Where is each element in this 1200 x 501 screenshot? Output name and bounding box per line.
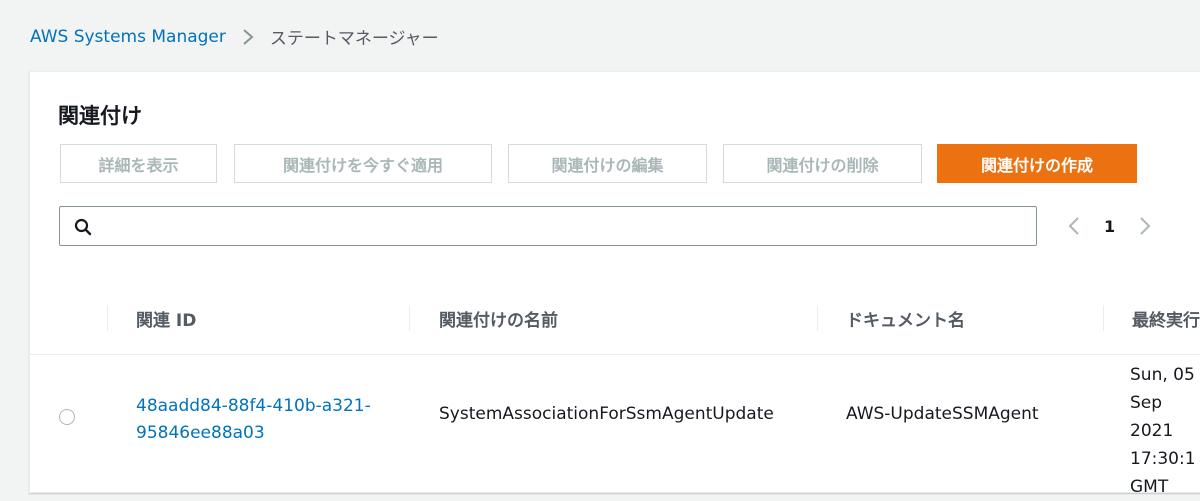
- search-icon: [74, 218, 92, 240]
- breadcrumb: AWS Systems Manager ステートマネージャー: [30, 24, 439, 50]
- column-divider: [409, 305, 410, 331]
- associations-panel: 関連付け 詳細を表示 関連付けを今すぐ適用 関連付けの編集 関連付けの削除 関連…: [29, 71, 1200, 497]
- row-select-radio[interactable]: [59, 409, 75, 425]
- panel-title: 関連付け: [58, 104, 142, 128]
- column-header-association-name[interactable]: 関連付けの名前: [439, 282, 558, 354]
- pagination: 1: [1068, 206, 1151, 246]
- previous-page-button[interactable]: [1068, 216, 1080, 236]
- breadcrumb-current: ステートマネージャー: [269, 29, 439, 49]
- create-association-button[interactable]: 関連付けの作成: [937, 144, 1137, 183]
- column-header-document-name[interactable]: ドキュメント名: [846, 282, 965, 354]
- column-divider: [107, 305, 108, 331]
- apply-now-button[interactable]: 関連付けを今すぐ適用: [234, 144, 492, 183]
- table-row: 48aadd84-88f4-410b-a321-95846ee88a03 Sys…: [30, 355, 1200, 497]
- delete-association-button[interactable]: 関連付けの削除: [723, 144, 922, 183]
- column-divider: [817, 305, 818, 331]
- next-page-button[interactable]: [1139, 216, 1151, 236]
- current-page-number[interactable]: 1: [1104, 217, 1115, 236]
- column-header-last-execution[interactable]: 最終実行: [1132, 282, 1200, 354]
- last-execution-cell: Sun, 05 Sep 2021 17:30:1 GMT: [1130, 365, 1196, 497]
- view-details-button[interactable]: 詳細を表示: [60, 144, 217, 183]
- breadcrumb-systems-manager-link[interactable]: AWS Systems Manager: [30, 27, 226, 47]
- column-divider: [1103, 305, 1104, 331]
- chevron-right-icon: [242, 28, 254, 46]
- table-header: 関連 ID 関連付けの名前 ドキュメント名 最終実行: [30, 282, 1200, 355]
- search-input[interactable]: [59, 206, 1037, 246]
- document-name-cell: AWS-UpdateSSMAgent: [846, 404, 1039, 424]
- association-name-cell: SystemAssociationForSsmAgentUpdate: [439, 404, 774, 424]
- association-id-link[interactable]: 48aadd84-88f4-410b-a321-95846ee88a03: [136, 393, 376, 447]
- column-header-association-id[interactable]: 関連 ID: [136, 282, 196, 354]
- edit-association-button[interactable]: 関連付けの編集: [508, 144, 707, 183]
